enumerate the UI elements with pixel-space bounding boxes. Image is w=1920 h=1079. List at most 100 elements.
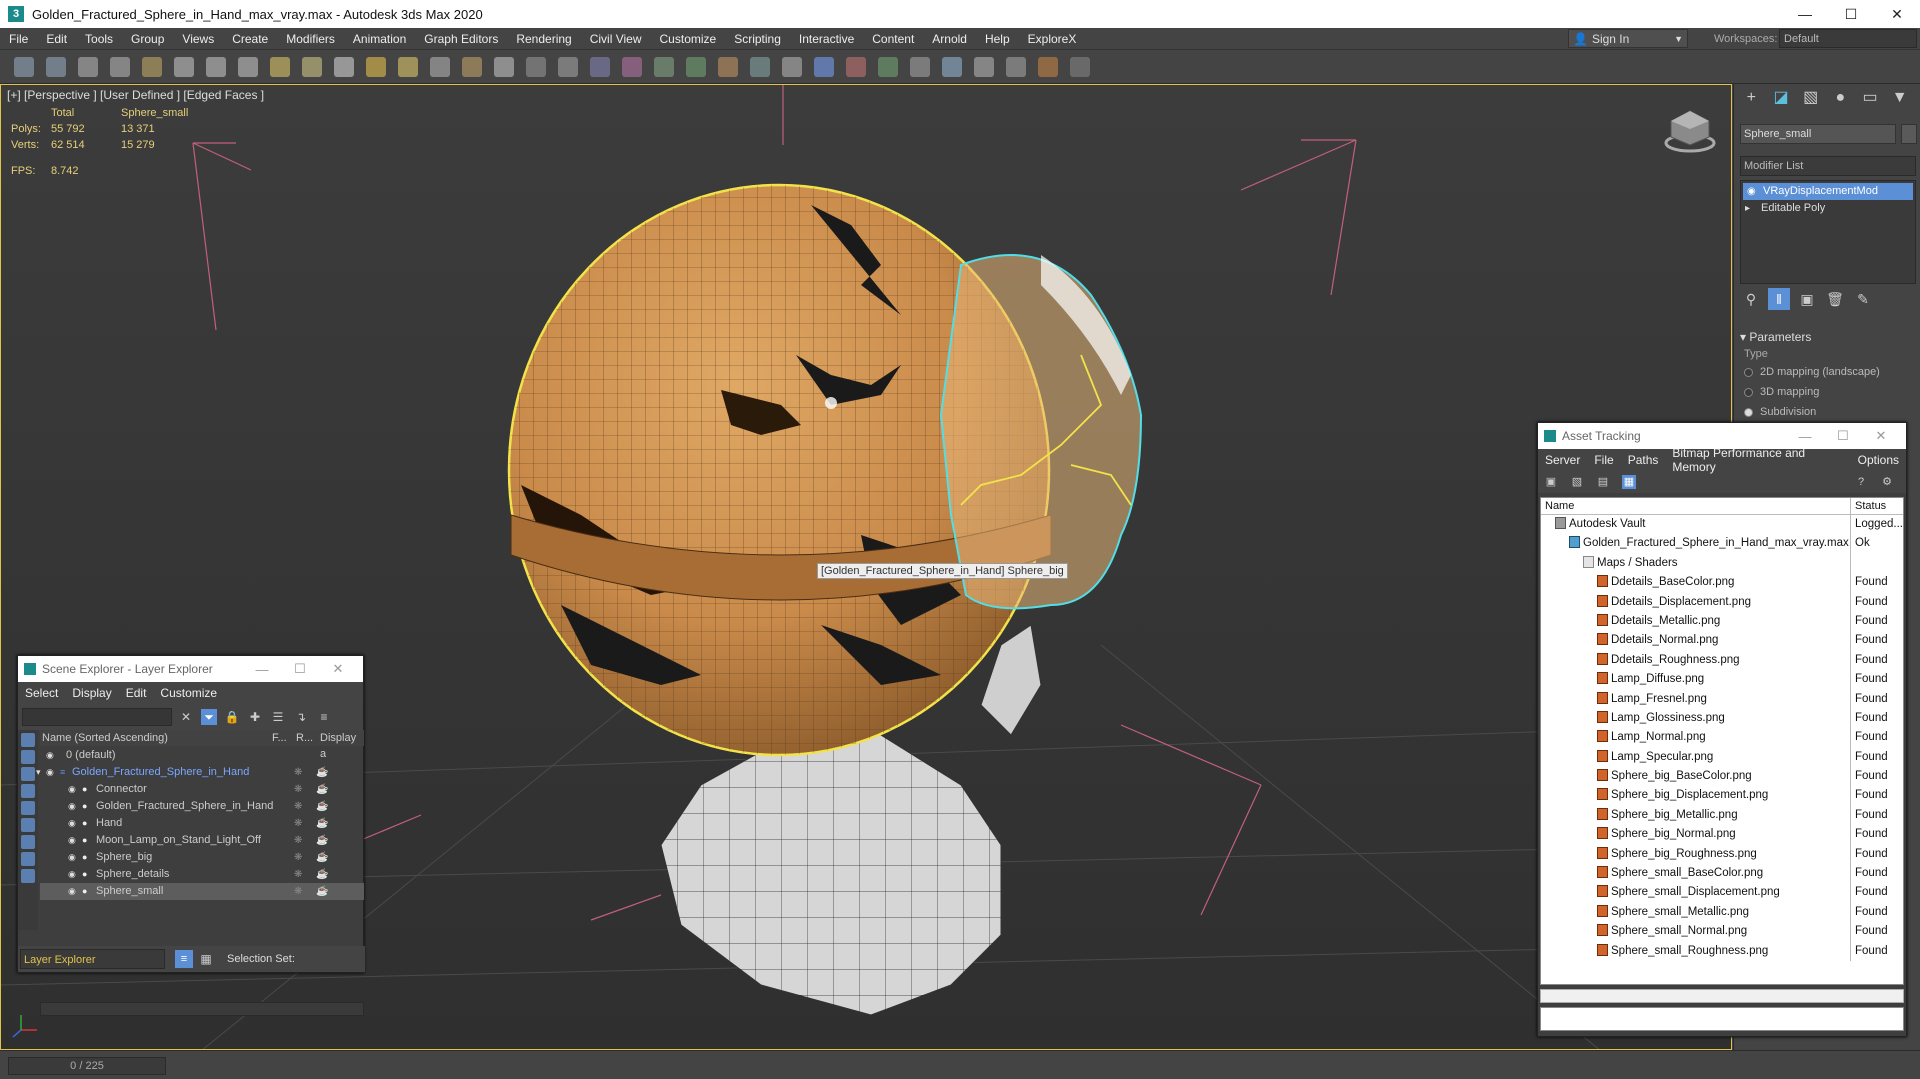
help-icon[interactable]: [1070, 56, 1090, 77]
asset-path-field[interactable]: [1540, 1007, 1904, 1031]
display-tab-icon[interactable]: ▭: [1861, 89, 1880, 107]
schematic-view-icon[interactable]: [910, 56, 930, 77]
tree-view-icon[interactable]: ▦: [1622, 475, 1636, 489]
curve-editor-icon[interactable]: [878, 56, 898, 77]
align-icon[interactable]: [750, 56, 770, 77]
help-icon[interactable]: ?: [1854, 475, 1868, 489]
render-teapot-icon[interactable]: ☕: [316, 883, 328, 900]
layer-stack-icon[interactable]: ≡: [316, 709, 332, 725]
use-pivot-icon[interactable]: [462, 56, 482, 77]
radio-subdivision[interactable]: Subdivision: [1740, 402, 1916, 422]
menu-explorex[interactable]: ExploreX: [1019, 28, 1086, 50]
se-menu-customize[interactable]: Customize: [153, 686, 224, 700]
spinner-snap-icon[interactable]: [654, 56, 674, 77]
maximize-icon[interactable]: ☐: [1828, 0, 1874, 28]
motion-tab-icon[interactable]: ●: [1831, 89, 1850, 107]
filter-geometry-icon[interactable]: [21, 733, 35, 747]
column-display[interactable]: Display a: [320, 730, 364, 760]
select-and-scale-icon[interactable]: [398, 56, 418, 77]
freeze-icon[interactable]: ❋: [294, 815, 302, 832]
unlink-icon[interactable]: [110, 56, 130, 77]
eye-icon[interactable]: ◉: [68, 866, 76, 883]
render-teapot-icon[interactable]: ☕: [316, 815, 328, 832]
asset-row[interactable]: Sphere_big_Displacement.png Found: [1541, 786, 1903, 806]
menu-file[interactable]: File: [0, 28, 37, 50]
menu-customize[interactable]: Customize: [651, 28, 726, 50]
asset-row[interactable]: Sphere_small_Metallic.png Found: [1541, 902, 1903, 923]
filter-lights-icon[interactable]: [21, 767, 35, 781]
eye-icon[interactable]: ◉: [68, 883, 76, 900]
asset-row[interactable]: Sphere_big_Roughness.png Found: [1541, 844, 1903, 865]
keyboard-shortcut-icon[interactable]: [526, 56, 546, 77]
expand-arrow-icon[interactable]: ▾: [36, 764, 41, 781]
column-frozen[interactable]: F...: [272, 730, 296, 746]
asset-row[interactable]: Sphere_big_Normal.png Found: [1541, 825, 1903, 845]
add-to-layer-icon[interactable]: ↴: [293, 709, 309, 725]
parameters-header[interactable]: ▾ Parameters: [1740, 328, 1916, 346]
tree-row[interactable]: ▾ ◉ ≡ Golden_Fractured_Sphere_in_Hand ❋ ☕: [36, 764, 364, 781]
lock-icon[interactable]: 🔒: [224, 709, 240, 725]
minimize-icon[interactable]: —: [1782, 0, 1828, 28]
freeze-icon[interactable]: ❋: [294, 764, 302, 781]
render-teapot-icon[interactable]: ☕: [316, 832, 328, 849]
maximize-icon[interactable]: ☐: [281, 661, 319, 677]
tree-row[interactable]: ◉ ● Sphere_big ❋ ☕: [40, 849, 364, 866]
minimize-icon[interactable]: —: [1786, 429, 1824, 444]
layers-icon[interactable]: ☰: [270, 709, 286, 725]
tree-row[interactable]: ◉ ● Sphere_details ❋ ☕: [40, 866, 364, 883]
menu-animation[interactable]: Animation: [344, 28, 415, 50]
filter-icon[interactable]: ⏷: [201, 709, 217, 725]
toggle-scene-explorer-icon[interactable]: [782, 56, 802, 77]
hierarchy-mode-icon[interactable]: ▦: [197, 950, 215, 968]
filter-spacewarps-icon[interactable]: [21, 818, 35, 832]
percent-snap-icon[interactable]: [622, 56, 642, 77]
se-menu-select[interactable]: Select: [18, 686, 65, 700]
reference-coordinate-icon[interactable]: [430, 56, 450, 77]
workspace-dropdown[interactable]: Default: [1779, 29, 1917, 48]
object-name-field[interactable]: Sphere_small: [1740, 124, 1896, 144]
select-and-move-icon[interactable]: [334, 56, 354, 77]
menu-tools[interactable]: Tools: [76, 28, 122, 50]
time-slider[interactable]: 0 / 225: [8, 1057, 166, 1075]
create-tab-icon[interactable]: +: [1742, 89, 1761, 107]
radio-3d-mapping[interactable]: 3D mapping: [1740, 382, 1916, 402]
eye-icon[interactable]: ◉: [46, 747, 54, 764]
menu-graph-editors[interactable]: Graph Editors: [415, 28, 507, 50]
material-editor-icon[interactable]: [942, 56, 962, 77]
asset-row[interactable]: Ddetails_Roughness.png Found: [1541, 650, 1903, 671]
eye-icon[interactable]: ◉: [68, 781, 76, 798]
configure-sets-icon[interactable]: ✎: [1852, 288, 1874, 310]
undo-icon[interactable]: [14, 56, 34, 77]
utilities-tab-icon[interactable]: ▼: [1890, 89, 1909, 107]
add-layer-icon[interactable]: ✚: [247, 709, 263, 725]
asset-row[interactable]: Maps / Shaders: [1541, 553, 1903, 574]
horizontal-scrollbar[interactable]: [40, 1002, 364, 1016]
viewport-label[interactable]: [+] [Perspective ] [User Defined ] [Edge…: [7, 88, 264, 102]
asset-row[interactable]: Autodesk Vault Logged...: [1541, 515, 1903, 535]
select-by-name-icon[interactable]: [238, 56, 258, 77]
table-view-icon[interactable]: ▤: [1596, 475, 1610, 489]
asset-row[interactable]: Sphere_small_BaseColor.png Found: [1541, 864, 1903, 884]
eye-icon[interactable]: ◉: [1747, 183, 1756, 200]
pin-stack-icon[interactable]: ⚲: [1740, 288, 1762, 310]
column-status[interactable]: Status: [1851, 498, 1886, 514]
asset-row[interactable]: Sphere_big_Metallic.png Found: [1541, 805, 1903, 826]
tree-row[interactable]: ◉ ● Moon_Lamp_on_Stand_Light_Off ❋ ☕: [40, 832, 364, 849]
asset-row[interactable]: Ddetails_Metallic.png Found: [1541, 611, 1903, 632]
freeze-icon[interactable]: ❋: [294, 883, 302, 900]
asset-row[interactable]: Golden_Fractured_Sphere_in_Hand_max_vray…: [1541, 534, 1903, 554]
filter-xrefs-icon[interactable]: [21, 852, 35, 866]
freeze-icon[interactable]: ❋: [294, 781, 302, 798]
snaps-icon[interactable]: [558, 56, 578, 77]
list-view-icon[interactable]: ▧: [1570, 475, 1584, 489]
options-icon[interactable]: ⚙: [1880, 475, 1894, 489]
tree-row[interactable]: ◉ ● Sphere_small ❋ ☕: [40, 883, 364, 900]
asset-row[interactable]: Lamp_Diffuse.png Found: [1541, 670, 1903, 690]
freeze-icon[interactable]: ❋: [294, 832, 302, 849]
asset-row[interactable]: Sphere_small_Roughness.png Found: [1541, 941, 1903, 961]
select-object-icon[interactable]: [206, 56, 226, 77]
close-icon[interactable]: ✕: [1874, 0, 1920, 28]
menu-modifiers[interactable]: Modifiers: [277, 28, 344, 50]
select-and-manipulate-icon[interactable]: [494, 56, 514, 77]
menu-edit[interactable]: Edit: [37, 28, 76, 50]
